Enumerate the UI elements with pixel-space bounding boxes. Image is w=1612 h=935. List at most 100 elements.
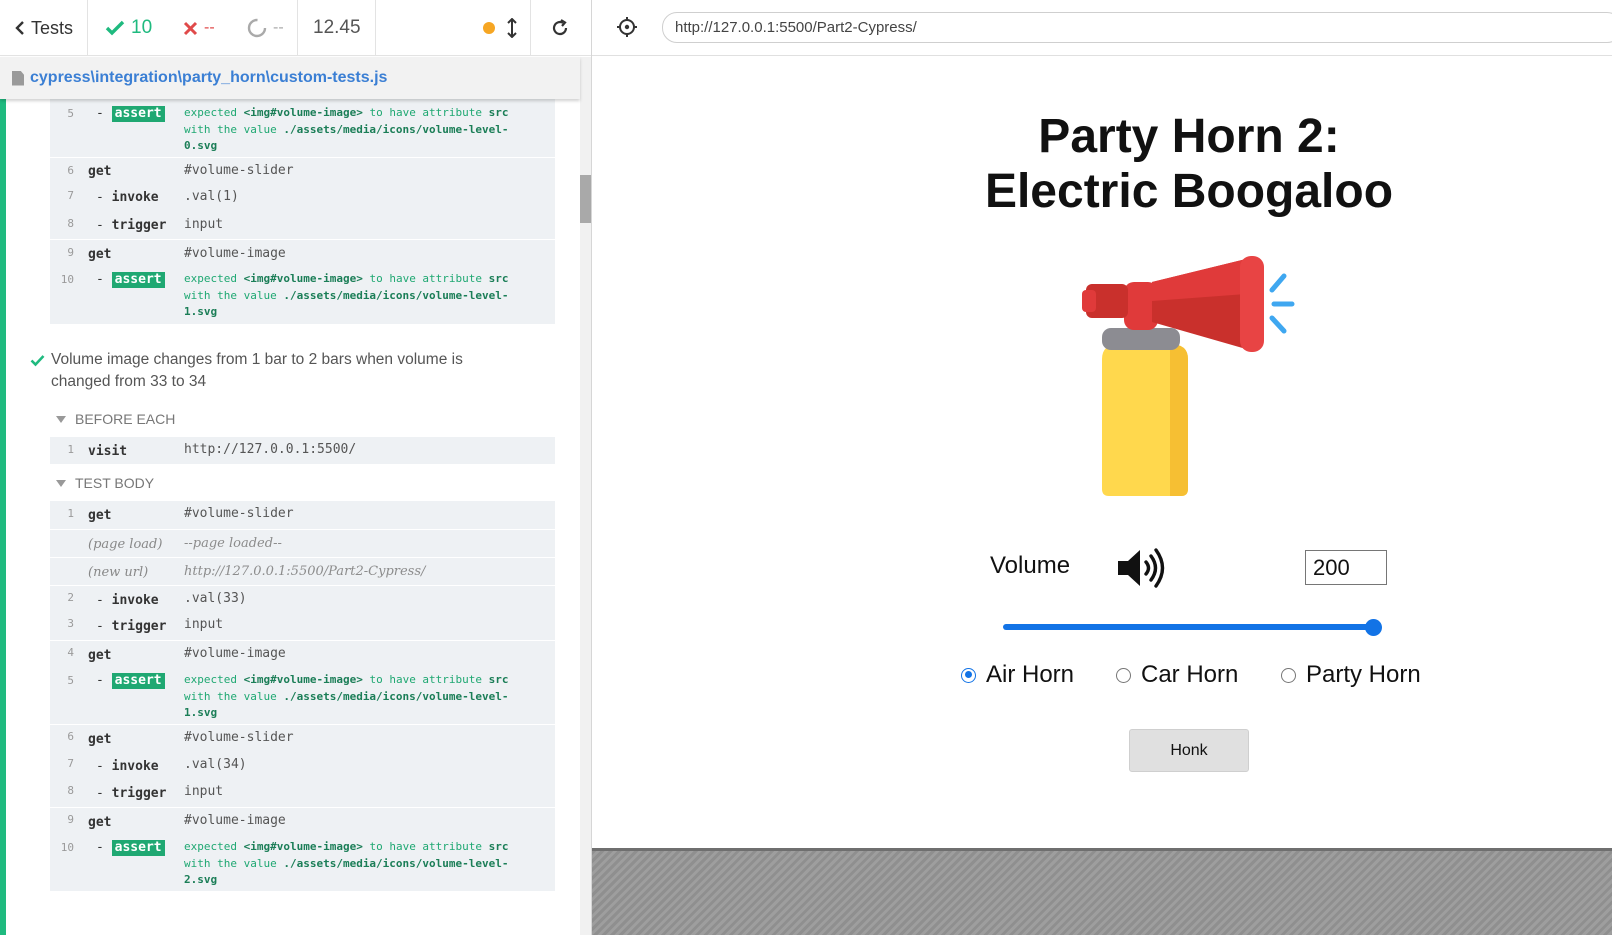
command-name: get — [88, 732, 112, 747]
stats-divider — [375, 0, 376, 56]
selector-playground-button[interactable] — [616, 16, 638, 43]
application-under-test: Party Horn 2: Electric Boogaloo Volume 2… — [592, 57, 1612, 848]
command-row[interactable]: (new url) http://127.0.0.1:5500/Part2-Cy… — [50, 557, 555, 585]
page-title-line-2: Electric Boogaloo — [984, 165, 1394, 218]
url-bar[interactable]: http://127.0.0.1:5500/Part2-Cypress/ — [662, 12, 1612, 43]
command-row[interactable]: 1 visit http://127.0.0.1:5500/ — [50, 437, 555, 464]
command-name: get — [88, 247, 112, 262]
command-row[interactable]: 4 get #volume-image — [50, 640, 555, 667]
aut-background-area — [592, 848, 1612, 935]
reporter-scrollbar-thumb[interactable] — [580, 175, 591, 223]
volume-slider-track[interactable] — [1003, 624, 1374, 630]
failed-count[interactable]: -- — [183, 0, 215, 56]
radio-car-horn[interactable]: Car Horn — [1116, 661, 1238, 689]
command-name: get — [88, 815, 112, 830]
command-message: http://127.0.0.1:5500/Part2-Cypress/ — [184, 564, 426, 579]
command-row[interactable]: 10 - assert expected <img#volume-image> … — [50, 266, 555, 324]
command-message: .val(1) — [184, 189, 239, 204]
command-number: 9 — [67, 246, 74, 259]
command-number: 8 — [67, 217, 74, 230]
test-title[interactable]: Volume image changes from 1 bar to 2 bar… — [30, 349, 500, 393]
command-name: - assert — [96, 673, 165, 689]
volume-slider-thumb[interactable] — [1365, 619, 1382, 636]
command-message: #volume-slider — [184, 506, 294, 521]
test-body-header[interactable]: TEST BODY — [56, 475, 154, 491]
command-number: 8 — [67, 784, 74, 797]
command-name: (new url) — [88, 565, 149, 580]
radio-party-horn[interactable]: Party Horn — [1281, 661, 1421, 689]
honk-button[interactable]: Honk — [1129, 729, 1249, 772]
spec-file-bar: cypress\integration\party_horn\custom-te… — [0, 57, 580, 99]
command-row[interactable]: 8 trigger input — [50, 779, 555, 807]
command-name: invoke — [96, 190, 159, 205]
command-number: 4 — [67, 646, 74, 659]
volume-slider[interactable] — [1003, 619, 1382, 636]
command-name: - assert — [96, 272, 165, 288]
command-row[interactable]: 10 - assert expected <img#volume-image> … — [50, 834, 555, 891]
assert-message: expected <img#volume-image> to have attr… — [184, 673, 509, 719]
rerun-button[interactable] — [550, 0, 570, 56]
command-message: .val(33) — [184, 591, 247, 606]
command-message: #volume-image — [184, 246, 286, 261]
radio-label-party-horn: Party Horn — [1306, 661, 1421, 688]
command-row[interactable]: 3 trigger input — [50, 612, 555, 640]
check-icon — [105, 20, 125, 36]
radio-button-car-horn[interactable] — [1116, 667, 1131, 683]
assert-message: expected <img#volume-image> to have attr… — [184, 272, 509, 318]
command-message: input — [184, 784, 224, 799]
command-name: trigger — [96, 218, 167, 233]
radio-air-horn[interactable]: Air Horn — [961, 661, 1074, 689]
command-name: invoke — [96, 593, 159, 608]
stats-bar: Tests 10 -- -- 12.45 — [0, 0, 591, 56]
radio-button-party-horn[interactable] — [1281, 667, 1296, 683]
back-to-tests-button[interactable]: Tests — [14, 0, 73, 56]
pending-count[interactable]: -- — [247, 0, 284, 56]
command-row[interactable]: 1 get #volume-slider — [50, 501, 555, 529]
command-log: 5 - assert expected <img#volume-image> t… — [0, 99, 580, 935]
cypress-runner: Tests 10 -- -- 12.45 cypress\integration… — [0, 0, 1612, 935]
command-row[interactable]: 9 get #volume-image — [50, 807, 555, 834]
running-indicator — [483, 0, 495, 56]
command-message: #volume-image — [184, 813, 286, 828]
autoscroll-toggle[interactable] — [505, 0, 519, 56]
spec-file-path[interactable]: cypress\integration\party_horn\custom-te… — [30, 69, 387, 87]
command-row[interactable]: 7 invoke .val(1) — [50, 184, 555, 211]
volume-number-input[interactable] — [1305, 550, 1387, 585]
duration: 12.45 — [313, 17, 361, 38]
command-row[interactable]: 8 trigger input — [50, 211, 555, 239]
command-row[interactable]: 2 invoke .val(33) — [50, 585, 555, 612]
volume-level-3-icon — [1118, 548, 1165, 588]
command-number: 7 — [67, 189, 74, 202]
passed-count[interactable]: 10 — [105, 0, 152, 56]
command-row[interactable]: 6 get #volume-slider — [50, 157, 555, 184]
hook-label: TEST BODY — [75, 475, 155, 491]
hook-label: BEFORE EACH — [75, 411, 176, 427]
command-name: trigger — [96, 619, 167, 634]
radio-label-car-horn: Car Horn — [1141, 661, 1239, 688]
radio-label-air-horn: Air Horn — [986, 661, 1075, 688]
pending-circle-icon — [247, 18, 267, 38]
stats-divider — [530, 0, 531, 56]
command-row[interactable]: 5 - assert expected <img#volume-image> t… — [50, 667, 555, 724]
pending-number: -- — [273, 19, 284, 36]
command-row[interactable]: 9 get #volume-image — [50, 239, 555, 266]
command-number: 5 — [67, 107, 74, 120]
command-row[interactable]: 6 get #volume-slider — [50, 724, 555, 752]
command-row[interactable]: (page load) --page loaded-- — [50, 529, 555, 557]
command-name: (page load) — [88, 537, 163, 552]
command-number: 1 — [67, 507, 74, 520]
command-message: --page loaded-- — [184, 536, 282, 551]
chevron-left-icon — [15, 21, 24, 35]
command-row[interactable]: 5 - assert expected <img#volume-image> t… — [50, 99, 555, 157]
command-message: #volume-slider — [184, 730, 294, 745]
air-horn-image — [1082, 256, 1295, 496]
before-each-hook-header[interactable]: BEFORE EACH — [56, 411, 175, 427]
assert-message: expected <img#volume-image> to have attr… — [184, 106, 509, 152]
command-number: 6 — [67, 164, 74, 177]
command-number: 10 — [60, 841, 74, 854]
radio-button-air-horn[interactable] — [961, 667, 976, 683]
command-number: 1 — [67, 443, 74, 456]
command-number: 7 — [67, 757, 74, 770]
command-group: 1 visit http://127.0.0.1:5500/ — [50, 437, 555, 464]
command-row[interactable]: 7 invoke .val(34) — [50, 752, 555, 779]
